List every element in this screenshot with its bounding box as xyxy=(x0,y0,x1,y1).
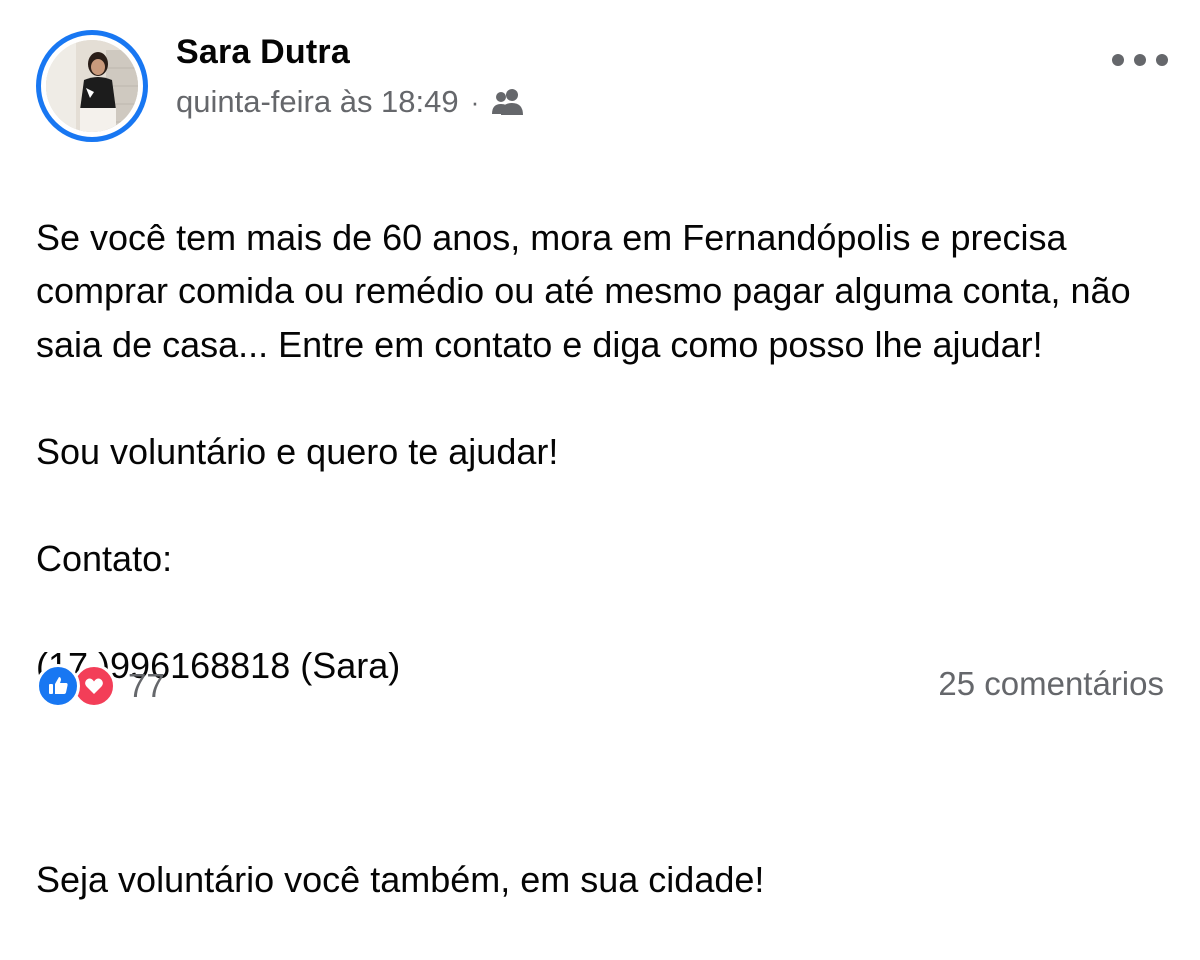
reactions-summary[interactable]: 77 xyxy=(36,664,165,708)
reaction-count: 77 xyxy=(128,667,165,704)
post-text-line-3: Contato: xyxy=(36,537,173,579)
more-options-button[interactable] xyxy=(1112,44,1168,76)
post-body: Se você tem mais de 60 anos, mora em Fer… xyxy=(36,157,1166,960)
meta-separator: · xyxy=(470,86,480,117)
post-text-line-2: Sou voluntário e quero te ajudar! xyxy=(36,430,559,472)
friends-icon[interactable] xyxy=(491,87,525,117)
more-horizontal-icon xyxy=(1112,54,1124,66)
post-timestamp[interactable]: quinta-feira às 18:49 xyxy=(176,84,459,120)
author-name[interactable]: Sara Dutra xyxy=(176,33,350,72)
like-icon xyxy=(36,664,80,708)
facebook-post: Sara Dutra quinta-feira às 18:49 · Se vo… xyxy=(0,0,1200,900)
post-meta: quinta-feira às 18:49 · xyxy=(176,84,525,120)
post-text-line-5: Seja voluntário você também, em sua cida… xyxy=(36,858,765,900)
author-avatar[interactable] xyxy=(36,30,148,142)
post-text-paragraph-1: Se você tem mais de 60 anos, mora em Fer… xyxy=(36,216,1131,365)
comments-count-link[interactable]: 25 comentários xyxy=(938,665,1164,703)
avatar-photo xyxy=(46,40,138,132)
more-dot xyxy=(1134,54,1146,66)
more-dot xyxy=(1156,54,1168,66)
